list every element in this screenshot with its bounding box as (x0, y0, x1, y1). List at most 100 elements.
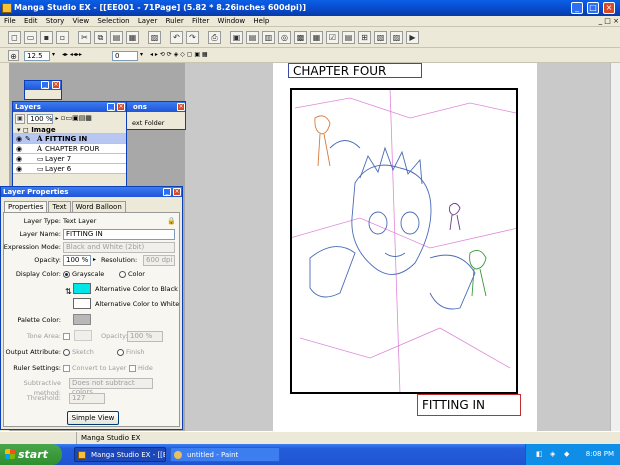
alt-white-swatch[interactable] (73, 298, 91, 309)
layer-buttons[interactable]: ▫▭▣▤▦ (61, 114, 92, 122)
layer-opacity-dropdown-icon[interactable]: ▸ (55, 115, 58, 122)
view-icon-2[interactable]: ▤ (246, 31, 259, 44)
convert-to-layer-checkbox: Convert to Layer (63, 363, 126, 373)
color-radio-dot[interactable] (119, 270, 126, 278)
view-icon-7[interactable]: ☑ (326, 31, 339, 44)
layer-opacity-field[interactable]: 100 % (27, 114, 54, 124)
print-icon[interactable]: ⎙ (208, 31, 221, 44)
cut-icon[interactable]: ✂ (78, 31, 91, 44)
maximize-button[interactable]: □ (587, 2, 599, 14)
layers-palette-minimize-icon[interactable]: _ (107, 103, 115, 111)
layer-properties-close-icon[interactable]: × (173, 188, 181, 196)
palette-color-swatch[interactable] (73, 314, 91, 325)
tab-properties[interactable]: Properties (4, 201, 48, 212)
paste-icon[interactable]: ▤ (110, 31, 123, 44)
clear-icon[interactable]: ▨ (148, 31, 161, 44)
layers-palette-close-icon[interactable]: × (117, 103, 125, 111)
menu-view[interactable]: View (72, 17, 89, 25)
window-title: Manga Studio EX - [[EE001 - 71Page] (5.8… (14, 3, 307, 12)
layer-pencil-icon[interactable]: ✎ (25, 134, 31, 144)
navigation-palette-close-icon[interactable]: × (177, 103, 185, 111)
taskbar-item-manga-studio[interactable]: Manga Studio EX - [[E... (74, 447, 166, 462)
menu-help[interactable]: Help (253, 17, 269, 25)
close-button[interactable]: × (603, 2, 615, 14)
minimize-button[interactable]: _ (571, 2, 583, 14)
visibility-eye-icon[interactable]: ◉ (16, 134, 22, 144)
layer-row[interactable]: ◉ ✎ A FITTING IN (13, 134, 126, 144)
view-icon-3[interactable]: ▥ (262, 31, 275, 44)
rotation-dropdown-icon[interactable]: ▾ (140, 51, 148, 61)
menu-edit[interactable]: Edit (24, 17, 38, 25)
zoom-field[interactable]: 12.5 (24, 51, 50, 61)
menu-file[interactable]: File (4, 17, 16, 25)
grayscale-radio[interactable]: Grayscale (63, 269, 104, 279)
layer-name: Layer 7 (45, 155, 72, 163)
opacity-dropdown-icon[interactable]: ▸ (93, 255, 96, 265)
zoom-icon[interactable]: ⊕ (8, 50, 19, 61)
visibility-eye-icon[interactable]: ◉ (16, 144, 22, 154)
collapsed-palette-minimize-icon[interactable]: _ (41, 81, 49, 89)
layer-row[interactable]: ◉ A CHAPTER FOUR (13, 144, 126, 154)
view-icon-6[interactable]: ▦ (310, 31, 323, 44)
layer-name-field[interactable]: FITTING IN (63, 229, 175, 240)
tray-icon-volume[interactable]: ◈ (550, 444, 555, 465)
new-icon[interactable]: ◻ (8, 31, 21, 44)
chapter-title-text[interactable]: CHAPTER FOUR (288, 63, 422, 78)
view-icon-9[interactable]: ⊞ (358, 31, 371, 44)
menu-filter[interactable]: Filter (192, 17, 209, 25)
redo-icon[interactable]: ↷ (186, 31, 199, 44)
palette-color-label: Palette Color: (17, 316, 61, 324)
lock-icon[interactable]: 🔒 (167, 216, 176, 226)
tray-icon-shield[interactable]: ◆ (564, 444, 569, 465)
copy-icon[interactable]: ⧉ (94, 31, 107, 44)
rotation-field[interactable]: 0 (112, 51, 138, 61)
grayscale-radio-dot[interactable] (63, 270, 70, 278)
rotation-buttons[interactable]: ◂ ▸ ⟲ ⟳ ◈ ◇ ▢ ▣ ▦ (150, 51, 270, 61)
palette-icon-2[interactable]: ▨ (390, 31, 403, 44)
visibility-eye-icon[interactable]: ◉ (16, 154, 22, 164)
undo-icon[interactable]: ↶ (170, 31, 183, 44)
view-icon-8[interactable]: ▤ (342, 31, 355, 44)
convert-checkbox-box (63, 364, 70, 372)
open-icon[interactable]: ▭ (24, 31, 37, 44)
save-as-icon[interactable]: ▫ (56, 31, 69, 44)
caption-text-box[interactable]: FITTING IN (417, 394, 521, 416)
visibility-eye-icon[interactable]: ◉ (16, 164, 22, 174)
layer-lock-icon[interactable]: ▣ (15, 114, 25, 124)
palette-icon-1[interactable]: ▧ (374, 31, 387, 44)
layer-row[interactable]: ◉ ▭ Layer 6 (13, 164, 126, 174)
menu-layer[interactable]: Layer (138, 17, 158, 25)
save-icon[interactable]: ▪ (40, 31, 53, 44)
zoom-buttons[interactable]: ◂▸ ◂◂▸▸ (62, 51, 98, 61)
collapsed-palette-close-icon[interactable]: × (52, 81, 60, 89)
finish-label: Finish (126, 348, 145, 356)
delete-icon[interactable]: ▦ (126, 31, 139, 44)
vertical-scrollbar[interactable] (610, 63, 620, 431)
tab-word-balloon[interactable]: Word Balloon (71, 201, 126, 212)
opacity-field[interactable]: 100 % (63, 255, 91, 266)
tone-area-swatch (74, 330, 92, 341)
threshold-label: Threshold: (26, 394, 61, 402)
palette-icon-3[interactable]: ▶ (406, 31, 419, 44)
layer-folder-name: Image (31, 126, 56, 134)
menu-ruler[interactable]: Ruler (166, 17, 184, 25)
color-radio[interactable]: Color (119, 269, 145, 279)
tab-text[interactable]: Text (48, 201, 71, 212)
layer-row[interactable]: ◉ ▭ Layer 7 (13, 154, 126, 164)
menu-window[interactable]: Window (218, 17, 246, 25)
taskbar-item-paint[interactable]: untitled - Paint (170, 447, 280, 462)
zoom-dropdown-icon[interactable]: ▾ (52, 51, 60, 61)
layer-folder-row[interactable]: ▾ ◻ Image (13, 126, 126, 134)
menu-selection[interactable]: Selection (97, 17, 129, 25)
tray-icon-network[interactable]: ◧ (536, 444, 543, 465)
view-icon-4[interactable]: ◎ (278, 31, 291, 44)
layer-properties-minimize-icon[interactable]: _ (163, 188, 171, 196)
swap-colors-icon[interactable]: ⇅ (65, 287, 72, 296)
view-icon-5[interactable]: ▩ (294, 31, 307, 44)
panel-frame[interactable] (290, 88, 518, 394)
alt-black-swatch[interactable] (73, 283, 91, 294)
simple-view-button[interactable]: Simple View (67, 411, 119, 425)
view-icon-1[interactable]: ▣ (230, 31, 243, 44)
menu-story[interactable]: Story (46, 17, 65, 25)
document-window-controls[interactable]: _ □ × (573, 17, 619, 26)
